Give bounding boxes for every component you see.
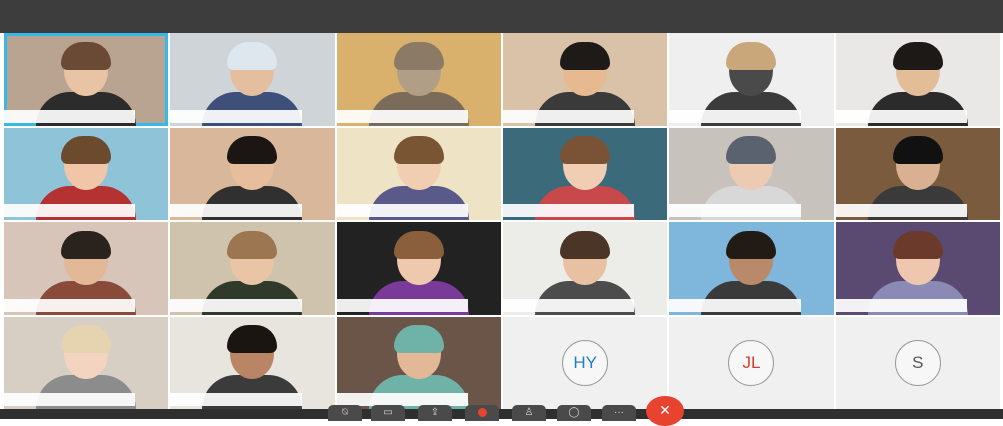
avatar-initials: S <box>894 339 941 386</box>
chat-icon: ◯ <box>568 407 580 418</box>
participant-video-tile[interactable] <box>4 316 169 409</box>
participant-name-label <box>4 393 136 406</box>
participant-grid: HY JL S <box>4 33 1000 409</box>
participant-name-label <box>336 109 469 123</box>
record-icon <box>477 407 487 417</box>
participant-name-label <box>502 298 635 312</box>
participant-video-tile[interactable] <box>4 33 169 126</box>
participant-name-label <box>336 298 469 312</box>
participant-avatar-tile[interactable]: HY <box>502 316 668 409</box>
participant-name-label <box>4 204 136 217</box>
participant-name-label <box>669 109 801 123</box>
share-icon: ⇪ <box>430 407 440 418</box>
avatar-initials: JL <box>728 339 775 386</box>
participant-video-tile[interactable] <box>336 222 501 315</box>
participant-name-label <box>835 298 968 312</box>
participant-video-tile[interactable] <box>835 33 1000 126</box>
participant-video-tile[interactable] <box>4 127 169 220</box>
participant-video-tile[interactable] <box>669 127 834 220</box>
participant-video-tile[interactable] <box>170 222 335 315</box>
participant-video-tile[interactable] <box>502 33 668 126</box>
meeting-toolbar: ⍉ ▭ ⇪ ♙ ◯ ··· ✕ <box>0 396 1003 426</box>
participant-name-label <box>502 109 635 123</box>
participant-video-tile[interactable] <box>336 33 501 126</box>
video-off-icon: ▭ <box>383 407 393 418</box>
participant-name-label <box>170 109 302 123</box>
participant-name-label <box>669 298 801 312</box>
participant-name-label <box>502 204 635 217</box>
participant-video-tile[interactable] <box>502 222 668 315</box>
participant-video-tile[interactable] <box>669 222 834 315</box>
participant-name-label <box>170 204 302 217</box>
participant-name-label <box>170 393 302 406</box>
participant-avatar-tile[interactable]: JL <box>669 316 834 409</box>
participant-video-tile[interactable] <box>4 222 169 315</box>
participant-video-tile[interactable] <box>170 127 335 220</box>
microphone-off-icon: ⍉ <box>342 407 348 418</box>
participant-video-tile[interactable] <box>835 222 1000 315</box>
participant-video-tile[interactable] <box>336 127 501 220</box>
participant-video-tile[interactable] <box>170 316 335 409</box>
participant-name-label <box>835 204 968 217</box>
participant-video-tile[interactable] <box>170 33 335 126</box>
participant-name-label <box>336 204 469 217</box>
participant-video-tile[interactable] <box>502 127 668 220</box>
person-icon: ♙ <box>524 407 534 418</box>
end-call-button[interactable]: ✕ <box>646 396 684 426</box>
participant-name-label <box>170 298 302 312</box>
participant-name-label <box>4 109 136 123</box>
participant-avatar-tile[interactable]: S <box>835 316 1000 409</box>
more-icon: ··· <box>614 407 624 418</box>
participant-video-tile[interactable] <box>336 316 501 409</box>
participant-name-label <box>4 298 136 312</box>
close-icon: ✕ <box>659 402 671 418</box>
participant-video-tile[interactable] <box>835 127 1000 220</box>
avatar-initials: HY <box>562 339 609 386</box>
participant-name-label <box>835 109 968 123</box>
title-bar <box>0 0 1003 33</box>
participant-name-label <box>669 204 801 217</box>
participant-video-tile[interactable] <box>669 33 834 126</box>
